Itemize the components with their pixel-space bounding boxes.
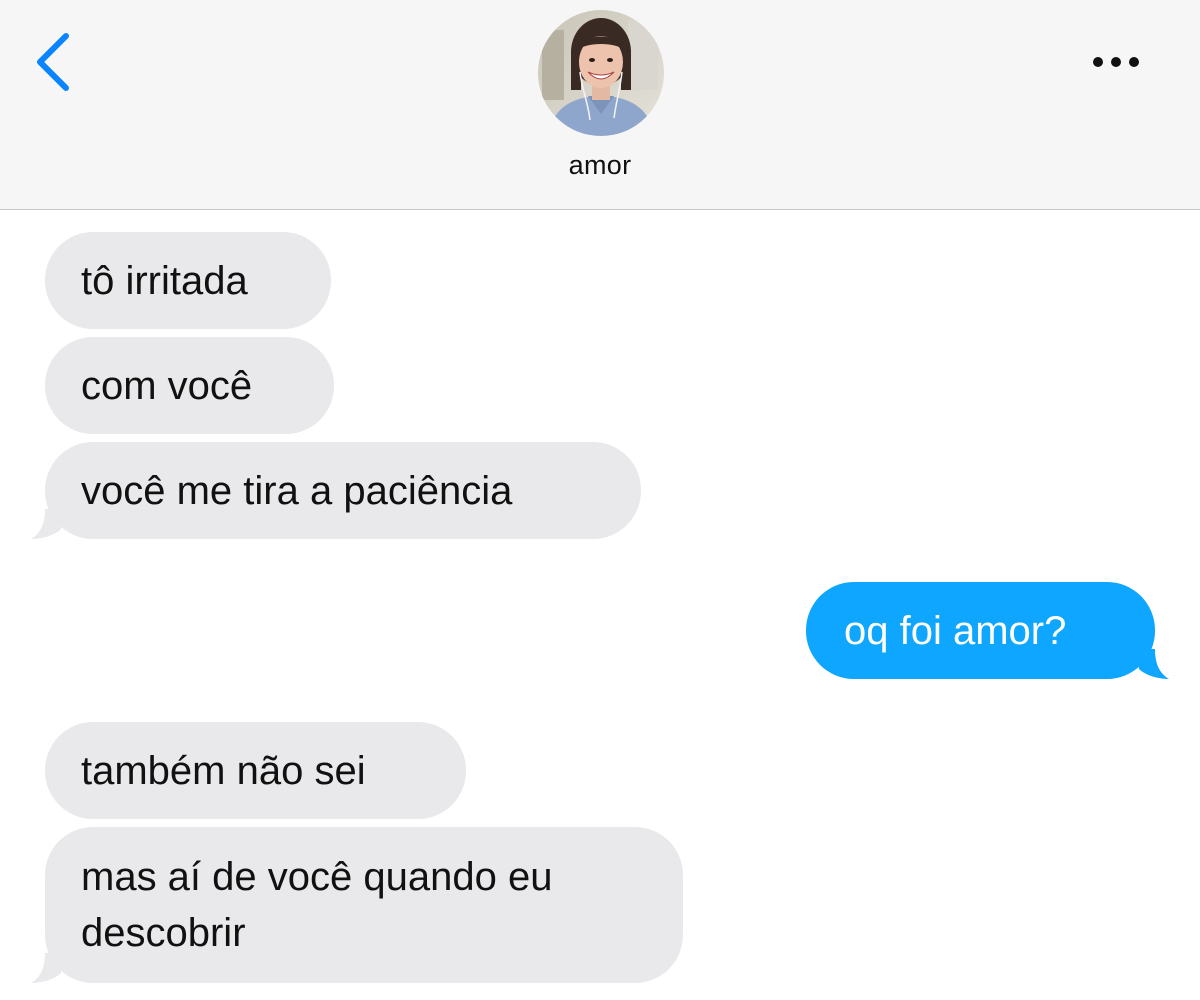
conversation-screen: amor tô irritada com você você me tira a… bbox=[0, 0, 1200, 1000]
bubble-tail bbox=[31, 509, 61, 539]
conversation-header: amor bbox=[0, 0, 1200, 210]
chevron-left-icon bbox=[37, 33, 69, 91]
more-options-button[interactable] bbox=[1082, 44, 1154, 80]
message-text: você me tira a paciência bbox=[81, 469, 513, 513]
contact-name[interactable]: amor bbox=[0, 150, 1200, 181]
message-text: com você bbox=[81, 364, 253, 408]
message-text: tô irritada bbox=[81, 259, 248, 303]
incoming-message[interactable]: mas aí de você quando eu descobrir bbox=[31, 827, 683, 983]
ellipsis-icon bbox=[1093, 57, 1139, 67]
incoming-message[interactable]: com você bbox=[45, 337, 334, 434]
message-text: também não sei bbox=[81, 749, 366, 793]
bubble-tail bbox=[1139, 649, 1169, 679]
bubble-tail bbox=[31, 953, 61, 983]
incoming-message[interactable]: tô irritada bbox=[45, 232, 331, 329]
message-text-line: mas aí de você quando eu bbox=[81, 855, 553, 899]
back-button[interactable] bbox=[28, 28, 80, 98]
avatar-photo bbox=[538, 10, 664, 136]
outgoing-message[interactable]: oq foi amor? bbox=[806, 582, 1169, 679]
incoming-message[interactable]: você me tira a paciência bbox=[31, 442, 641, 539]
incoming-message[interactable]: também não sei bbox=[45, 722, 466, 819]
message-text: oq foi amor? bbox=[844, 609, 1067, 653]
message-text-line: descobrir bbox=[81, 911, 246, 955]
contact-avatar[interactable] bbox=[538, 10, 664, 136]
